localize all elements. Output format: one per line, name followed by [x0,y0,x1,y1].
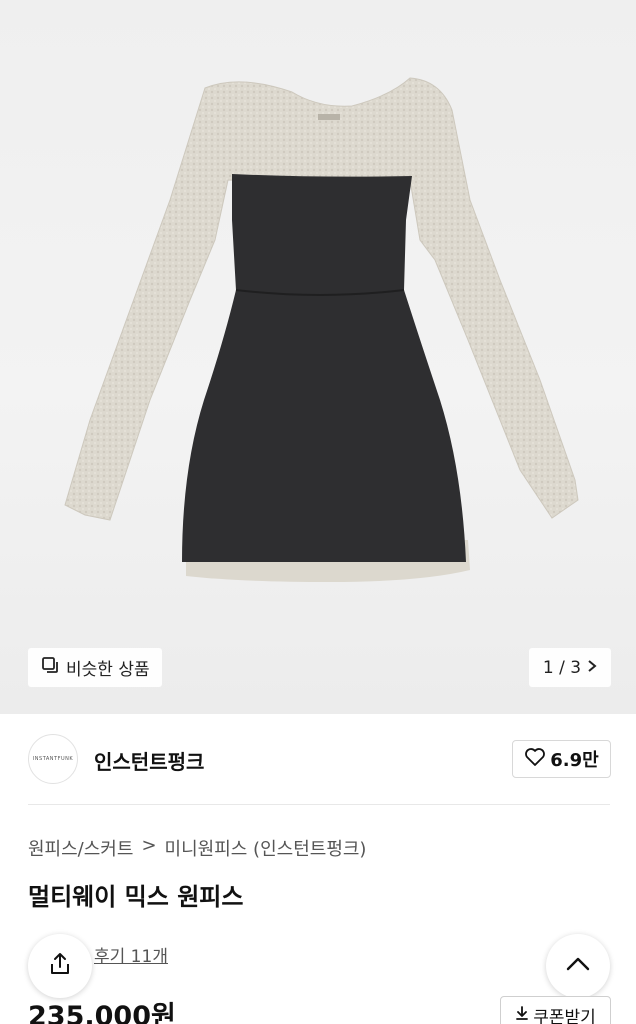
similar-products-label: 비슷한 상품 [66,660,150,680]
product-price: 235,000원 [28,1001,176,1024]
brand-logo-text: INSTANTFUNK [32,756,74,762]
copy-icon [40,655,60,680]
chevron-up-icon [565,956,591,976]
brand-name[interactable]: 인스턴트펑크 [94,746,204,775]
brand-logo[interactable]: INSTANTFUNK [28,734,78,784]
scroll-top-button[interactable] [546,934,610,998]
breadcrumb: 원피스/스커트 > 미니원피스 (인스턴트펑크) [28,835,366,861]
breadcrumb-subcategory[interactable]: 미니원피스 (인스턴트펑크) [165,835,367,861]
coupon-button[interactable]: 쿠폰받기 [500,996,611,1024]
review-link[interactable]: 후기 11개 [94,942,168,967]
similar-products-button[interactable]: 비슷한 상품 [28,648,162,687]
like-button[interactable]: 6.9만 [512,740,611,778]
product-image-gallery[interactable]: 비슷한 상품 1 / 3 [0,0,636,714]
share-icon [47,951,73,981]
brand-row: INSTANTFUNK 인스턴트펑크 6.9만 [0,726,636,796]
heart-icon [524,747,546,772]
like-count: 6.9만 [550,750,599,771]
coupon-label: 쿠폰받기 [533,1007,596,1024]
product-dress-image [64,77,579,582]
share-button[interactable] [28,934,92,998]
breadcrumb-category[interactable]: 원피스/스커트 [28,835,133,861]
download-icon [515,1005,529,1024]
product-title: 멀티웨이 믹스 원피스 [28,883,244,911]
pager-text: 1 / 3 [542,657,582,678]
divider [28,804,610,805]
image-pager-button[interactable]: 1 / 3 [529,648,611,687]
breadcrumb-separator: > [141,835,157,856]
chevron-right-icon [587,658,597,678]
